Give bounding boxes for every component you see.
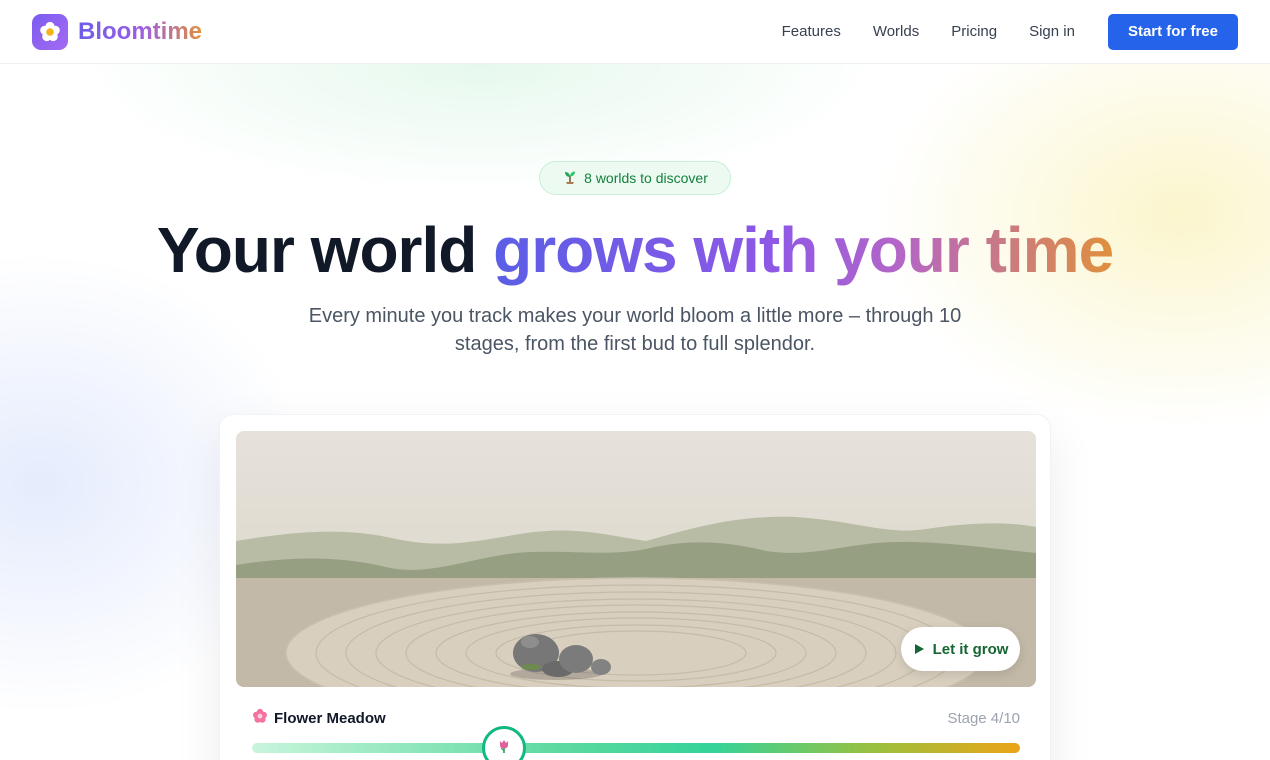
brand[interactable]: Bloomtime [32, 13, 203, 50]
nav-link-worlds[interactable]: Worlds [873, 23, 919, 40]
worlds-badge: 8 worlds to discover [539, 161, 731, 195]
start-for-free-button[interactable]: Start for free [1107, 13, 1238, 50]
world-preview-card: Let it grow Flower Meadow Stage 4/10 [219, 414, 1051, 760]
hero-title-plain: Your world [156, 214, 477, 286]
stage-slider-thumb[interactable] [482, 726, 527, 760]
hero-subtitle: Every minute you track makes your world … [308, 305, 962, 355]
hero-title-gradient: grows with your time [493, 214, 1114, 286]
nav-link-pricing[interactable]: Pricing [951, 23, 997, 40]
growth-stage-track[interactable] [252, 743, 1020, 753]
hero-title: Your world grows with your time [0, 212, 1270, 288]
flower-icon [252, 708, 268, 729]
brand-name: Bloomtime [78, 17, 203, 45]
let-it-grow-button[interactable]: Let it grow [901, 627, 1020, 671]
play-icon [913, 643, 925, 655]
site-header: Bloomtime Features Worlds Pricing Sign i… [0, 0, 1270, 64]
seedling-icon [562, 169, 578, 188]
let-it-grow-label: Let it grow [932, 640, 1009, 658]
stage-label: Stage 4/10 [947, 709, 1020, 727]
main-nav: Features Worlds Pricing Sign in Start fo… [750, 13, 1238, 50]
world-name: Flower Meadow [274, 709, 386, 727]
world-info-row: Flower Meadow Stage 4/10 [252, 708, 1020, 728]
badge-text: 8 worlds to discover [584, 170, 708, 186]
landing-page: Bloomtime Features Worlds Pricing Sign i… [0, 0, 1270, 760]
zen-garden-scene: Let it grow [236, 431, 1036, 687]
tulip-icon [496, 738, 512, 759]
flower-logo-icon [32, 13, 68, 50]
nav-link-sign-in[interactable]: Sign in [1029, 23, 1075, 40]
nav-link-features[interactable]: Features [782, 23, 841, 40]
